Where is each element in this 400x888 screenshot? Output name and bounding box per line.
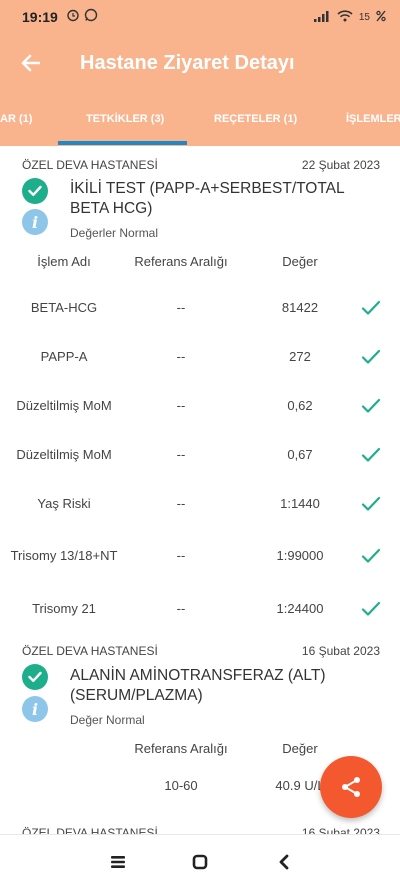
battery-level: 15 — [358, 11, 370, 23]
share-icon — [342, 777, 360, 797]
table-row: Düzeltilmiş MoM -- 0,67 — [0, 437, 400, 473]
row-value: 1:1440 — [280, 496, 320, 511]
check-icon — [356, 290, 386, 326]
row-ref: -- — [176, 496, 186, 511]
column-header-ref: Referans Aralığı — [134, 741, 228, 756]
status-bar: 19:19 15 — [0, 0, 400, 34]
check-icon — [356, 388, 386, 424]
row-value: 1:99000 — [276, 548, 324, 563]
test-date: 22 Şubat 2023 — [301, 158, 380, 172]
row-value: 81422 — [281, 300, 319, 315]
check-icon — [356, 437, 386, 473]
table-row: Düzeltilmiş MoM -- 0,62 — [0, 388, 400, 424]
row-ref: -- — [176, 548, 186, 563]
whatsapp-icon — [84, 8, 98, 27]
test-date: 16 Şubat 2023 — [301, 826, 380, 834]
column-header-value: Değer — [282, 741, 318, 756]
row-value: 1:24400 — [276, 601, 324, 616]
row-name: Düzeltilmiş MoM — [16, 447, 112, 462]
tab-receteler[interactable]: REÇETELER (1) — [214, 92, 297, 146]
row-name: Trisomy 21 — [32, 601, 96, 616]
arrow-left-icon — [21, 54, 40, 72]
row-ref: 10-60 — [164, 778, 198, 793]
home-square-icon — [192, 854, 208, 870]
chevron-left-icon — [279, 854, 289, 870]
table-row: Yaş Riski -- 1:1440 — [0, 486, 400, 522]
status-time: 19:19 — [22, 9, 58, 25]
system-nav-bar — [0, 834, 400, 888]
row-ref: -- — [176, 601, 186, 616]
table-row: BETA-HCG -- 81422 — [0, 290, 400, 326]
recent-apps-button[interactable] — [88, 835, 148, 888]
back-button[interactable] — [0, 34, 60, 92]
signal-icon — [313, 10, 331, 25]
check-circle-icon — [22, 664, 48, 690]
row-value: 272 — [289, 349, 311, 364]
column-header-name: İşlem Adı — [37, 254, 91, 269]
row-value: 0,62 — [287, 398, 313, 413]
column-header-ref: Referans Aralığı — [134, 254, 228, 269]
row-ref: -- — [176, 398, 186, 413]
app-bar: Hastane Ziyaret Detayı — [0, 34, 400, 92]
test-status: Değerler Normal — [70, 226, 159, 240]
wifi-icon — [337, 9, 353, 25]
tab-bar: AR (1) TETKİKLER (3) REÇETELER (1) İŞLEM… — [0, 92, 400, 146]
tab-previous[interactable]: AR (1) — [0, 92, 32, 146]
test-status: Değer Normal — [70, 713, 145, 727]
check-circle-icon — [22, 178, 48, 204]
table-row: Trisomy 13/18+NT -- 1:99000 — [0, 538, 400, 574]
row-ref: -- — [176, 447, 186, 462]
tab-active-indicator — [58, 141, 187, 145]
tab-tetkikler[interactable]: TETKİKLER (3) — [86, 92, 164, 146]
row-value: 0,67 — [287, 447, 313, 462]
test-title: İKİLİ TEST (PAPP-A+SERBEST/TOTAL BETA HC… — [70, 180, 345, 217]
table-row: Trisomy 21 -- 1:24400 — [0, 591, 400, 627]
hospital-name: ÖZEL DEVA HASTANESİ — [22, 644, 158, 658]
check-icon — [356, 538, 386, 574]
row-name: Yaş Riski — [37, 496, 91, 511]
test-date: 16 Şubat 2023 — [301, 644, 380, 658]
info-icon[interactable]: i — [22, 209, 48, 235]
check-icon — [356, 591, 386, 627]
share-button[interactable] — [320, 756, 382, 818]
check-icon — [356, 339, 386, 375]
table-row: PAPP-A -- 272 — [0, 339, 400, 375]
test-title: ALANİN AMİNOTRANSFERAZ (ALT) (SERUM/PLAZ… — [70, 667, 326, 704]
row-ref: -- — [176, 300, 186, 315]
check-icon — [356, 486, 386, 522]
tab-islemler[interactable]: İŞLEMLER — [346, 92, 400, 146]
back-nav-button[interactable] — [254, 835, 314, 888]
column-header-value: Değer — [282, 254, 318, 269]
hospital-name: ÖZEL DEVA HASTANESİ — [22, 826, 158, 834]
row-name: BETA-HCG — [30, 300, 98, 315]
page-title: Hastane Ziyaret Detayı — [80, 51, 295, 74]
menu-icon — [111, 856, 125, 868]
battery-icon — [376, 10, 386, 25]
info-icon[interactable]: i — [22, 696, 48, 722]
alarm-icon — [66, 8, 80, 27]
test-list[interactable]: ÖZEL DEVA HASTANESİ 22 Şubat 2023 i İKİL… — [0, 146, 400, 834]
row-name: Trisomy 13/18+NT — [10, 548, 118, 563]
home-button[interactable] — [170, 835, 230, 888]
row-name: Düzeltilmiş MoM — [16, 398, 112, 413]
row-name: PAPP-A — [40, 349, 88, 364]
hospital-name: ÖZEL DEVA HASTANESİ — [22, 158, 158, 172]
row-ref: -- — [176, 349, 186, 364]
